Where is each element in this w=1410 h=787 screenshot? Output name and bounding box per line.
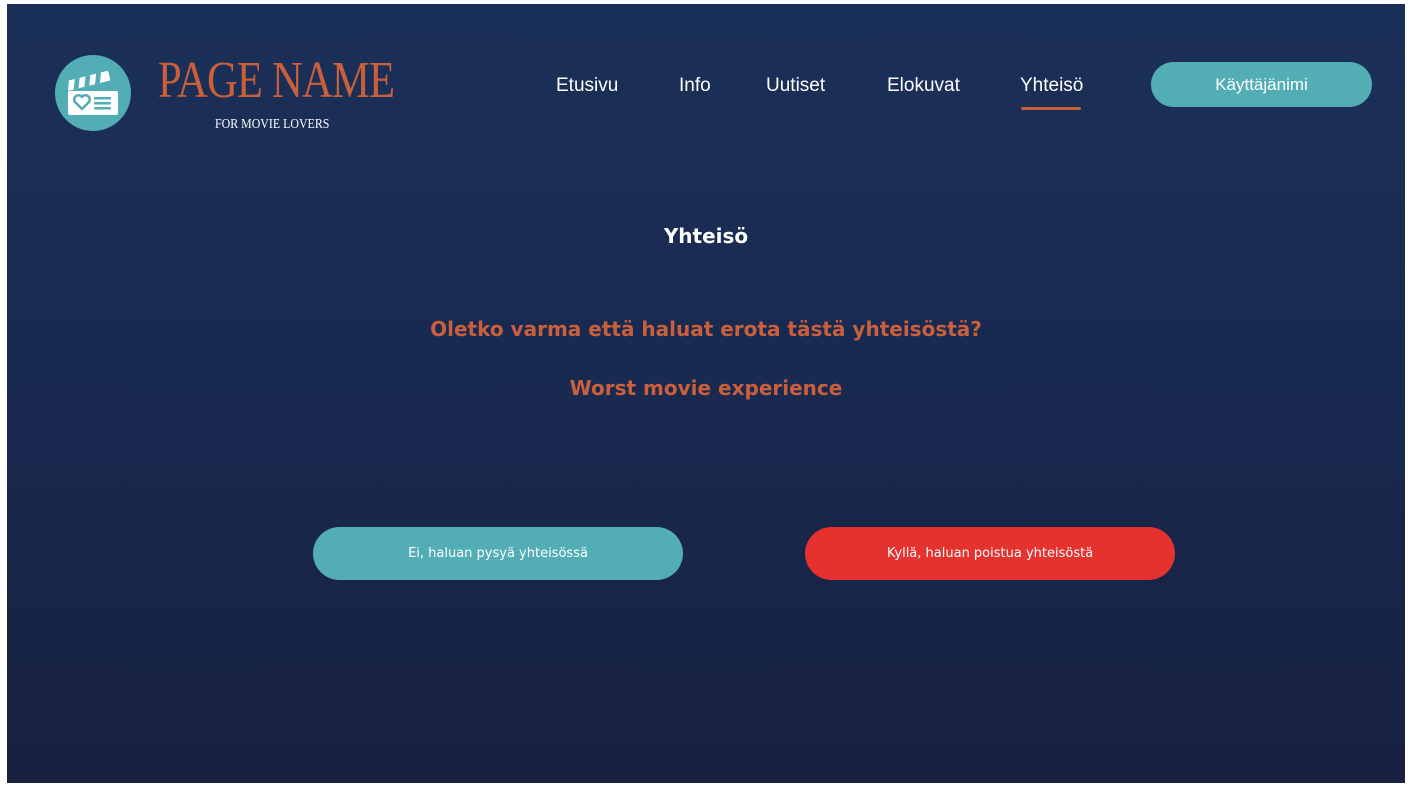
user-account-button[interactable]: Käyttäjänimi bbox=[1151, 62, 1372, 107]
leave-community-button[interactable]: Kyllä, haluan poistua yhteisöstä bbox=[805, 527, 1175, 580]
leave-confirmation-question: Oletko varma että haluat erota tästä yht… bbox=[430, 317, 982, 341]
brand-subtitle: FOR MOVIE LOVERS bbox=[215, 117, 330, 132]
nav-item-uutiset[interactable]: Uutiset bbox=[766, 74, 825, 98]
app-frame: PAGE NAME FOR MOVIE LOVERS Etusivu Info … bbox=[7, 4, 1405, 783]
clapperboard-heart-icon[interactable] bbox=[55, 55, 131, 131]
nav-item-etusivu[interactable]: Etusivu bbox=[556, 74, 618, 98]
active-nav-indicator bbox=[1021, 107, 1081, 110]
nav-item-elokuvat[interactable]: Elokuvat bbox=[887, 74, 960, 98]
page-title: Yhteisö bbox=[663, 224, 749, 248]
brand-title[interactable]: PAGE NAME bbox=[158, 53, 395, 109]
nav-item-yhteiso[interactable]: Yhteisö bbox=[1020, 74, 1083, 98]
nav-item-info[interactable]: Info bbox=[679, 74, 711, 98]
stay-in-community-button[interactable]: Ei, haluan pysyä yhteisössä bbox=[313, 527, 683, 580]
community-name: Worst movie experience bbox=[569, 376, 843, 400]
